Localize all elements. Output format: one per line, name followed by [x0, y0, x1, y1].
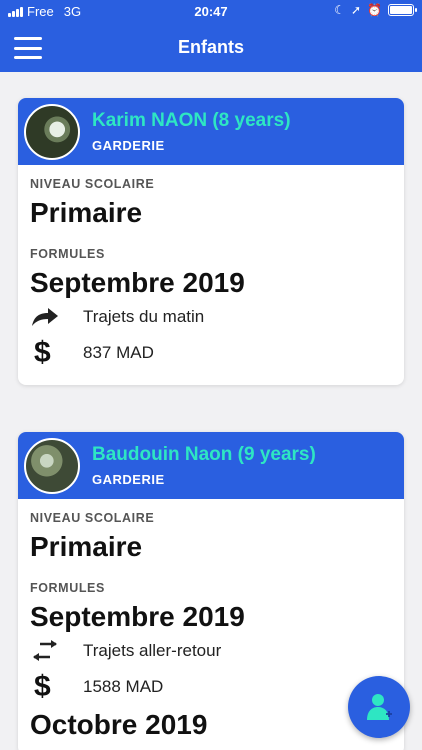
dollar-icon: $	[34, 670, 51, 703]
child-card[interactable]: Baudouin Naon (9 years) GARDERIE NIVEAU …	[18, 432, 404, 750]
level-label: NIVEAU SCOLAIRE	[30, 177, 155, 191]
trip-row: Trajets du matin	[30, 299, 392, 335]
add-user-icon	[367, 694, 392, 720]
page-title: Enfants	[177, 37, 244, 57]
add-child-button[interactable]	[348, 676, 410, 738]
child-name: Baudouin Naon (9 years)	[92, 444, 316, 465]
child-card-header: Karim NAON (8 years) GARDERIE	[18, 98, 404, 165]
child-category: GARDERIE	[92, 472, 165, 487]
dollar-icon: $	[34, 336, 51, 369]
level-label: NIVEAU SCOLAIRE	[30, 511, 155, 525]
formula-period: Septembre 2019	[30, 267, 245, 298]
formulas-label: FORMULES	[30, 581, 105, 595]
moon-icon: ☾	[334, 3, 345, 17]
formula-period: Septembre 2019	[30, 601, 245, 632]
child-category: GARDERIE	[92, 138, 165, 153]
avatar	[24, 438, 80, 494]
level-value: Primaire	[30, 197, 143, 228]
battery-icon	[388, 4, 417, 16]
status-bar: Free 3G 20:47 ☾ ➚ ⏰	[0, 0, 422, 24]
price-row: $ 837 MAD	[30, 335, 392, 371]
child-card[interactable]: Karim NAON (8 years) GARDERIE NIVEAU SCO…	[18, 98, 404, 385]
location-icon: ➚	[350, 3, 362, 17]
trip-label: Trajets du matin	[83, 307, 205, 326]
alarm-icon: ⏰	[367, 3, 382, 17]
child-name: Karim NAON (8 years)	[92, 110, 291, 131]
trip-label: Trajets aller-retour	[83, 641, 222, 660]
app-bar: Enfants	[0, 24, 422, 72]
formula-period: Octobre 2019	[30, 709, 208, 740]
price-row: $ 1588 MAD	[30, 669, 392, 705]
price-value: 1588 MAD	[83, 677, 164, 696]
children-list[interactable]: Karim NAON (8 years) GARDERIE NIVEAU SCO…	[0, 72, 422, 750]
price-value: 837 MAD	[83, 343, 154, 362]
share-arrow-icon	[30, 306, 70, 328]
child-card-header: Baudouin Naon (9 years) GARDERIE	[18, 432, 404, 499]
swap-arrows-icon	[30, 640, 70, 662]
level-value: Primaire	[30, 531, 143, 562]
trip-row: Trajets aller-retour	[30, 633, 392, 669]
avatar	[24, 104, 80, 160]
formulas-label: FORMULES	[30, 247, 105, 261]
